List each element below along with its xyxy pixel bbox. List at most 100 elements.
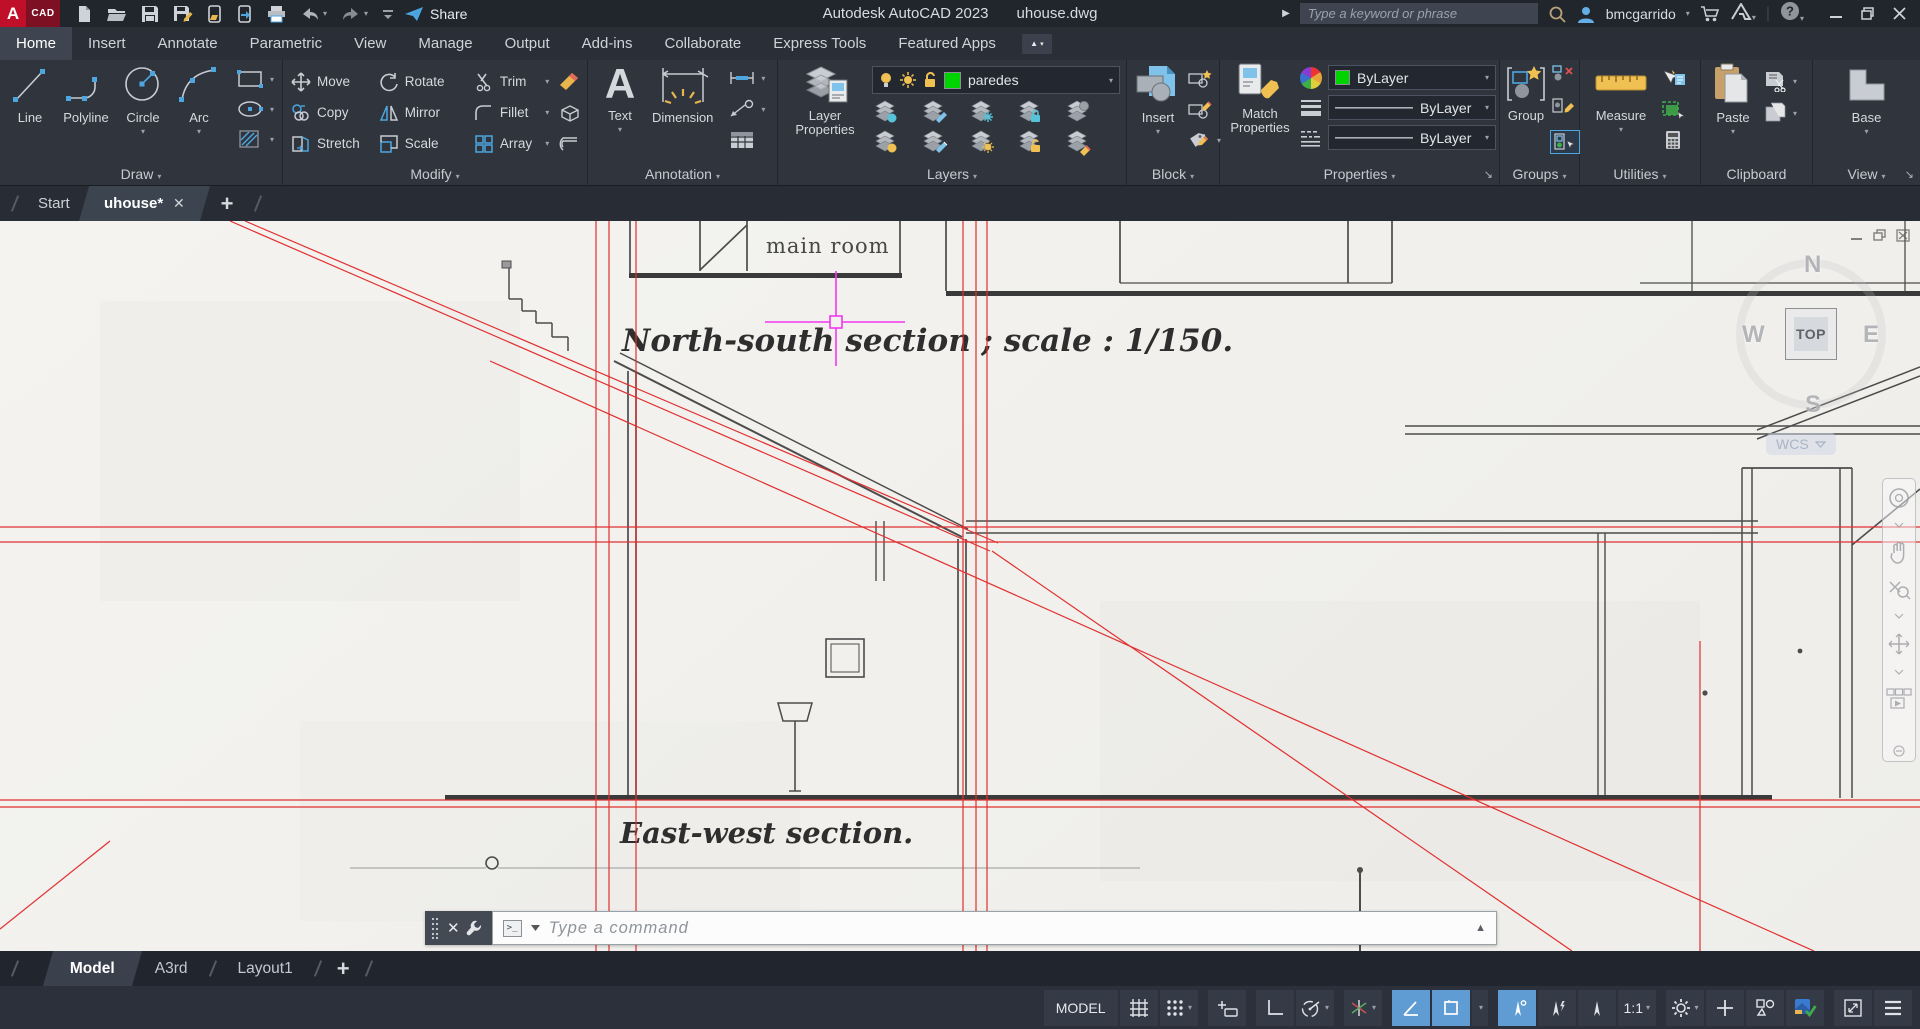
viewport-restore-icon[interactable]: [1873, 229, 1887, 242]
navigation-bar[interactable]: [1882, 478, 1916, 762]
drawing-canvas[interactable]: main room North-south section ; scale : …: [0, 221, 1920, 951]
panel-title-annotation[interactable]: Annotation▾: [588, 166, 777, 182]
leader-dropdown[interactable]: ▾: [761, 105, 765, 114]
tab-home[interactable]: Home: [0, 27, 72, 60]
help-button[interactable]: ?▾: [1780, 1, 1804, 26]
command-prompt-icon[interactable]: >_: [503, 920, 522, 937]
autodesk-apps-button[interactable]: ▾: [1730, 3, 1756, 25]
showmotion-icon[interactable]: [1886, 688, 1912, 710]
ellipse-dropdown[interactable]: ▾: [270, 105, 274, 114]
base-button[interactable]: Base ▾: [1844, 62, 1890, 156]
annotation-scale-button[interactable]: 1:1▾: [1618, 990, 1656, 1026]
viewcube[interactable]: N W E S TOP WCS: [1728, 257, 1896, 467]
leader-button[interactable]: [727, 99, 757, 119]
customization-menu-button[interactable]: [1874, 990, 1912, 1026]
command-customize-wrench-icon[interactable]: [464, 918, 484, 938]
circle-dropdown[interactable]: ▾: [141, 127, 145, 136]
tab-manage[interactable]: Manage: [402, 27, 488, 60]
view-dialog-launcher[interactable]: ↘: [1905, 168, 1914, 181]
tab-output[interactable]: Output: [489, 27, 566, 60]
scale-button[interactable]: Scale: [379, 128, 474, 159]
object-snap-dropdown[interactable]: ▾: [1472, 990, 1488, 1026]
tab-close-icon[interactable]: ✕: [173, 195, 185, 212]
line-button[interactable]: Line: [8, 62, 52, 156]
measure-dropdown[interactable]: ▾: [1619, 125, 1623, 134]
new-drawing-tab-button[interactable]: +: [221, 191, 234, 217]
save-to-web-button[interactable]: [237, 5, 253, 23]
tab-addins[interactable]: Add-ins: [566, 27, 649, 60]
annotation-autoscale-toggle[interactable]: [1538, 990, 1576, 1026]
table-button[interactable]: [727, 130, 757, 150]
copy-button[interactable]: Copy: [291, 97, 379, 128]
linear-dimension-button[interactable]: [727, 68, 757, 88]
viewcube-south[interactable]: S: [1805, 391, 1821, 419]
group-edit-button[interactable]: [1550, 97, 1576, 115]
cut-dropdown[interactable]: ▾: [1793, 77, 1797, 86]
tab-annotate[interactable]: Annotate: [142, 27, 234, 60]
offset-button[interactable]: [557, 134, 581, 154]
fillet-button[interactable]: Fillet: [474, 97, 545, 128]
base-dropdown[interactable]: ▾: [1864, 127, 1868, 136]
dynamic-input-toggle[interactable]: [1208, 990, 1246, 1026]
new-layout-button[interactable]: +: [337, 956, 350, 982]
zoom-icon[interactable]: [1887, 578, 1911, 600]
user-dropdown[interactable]: ▾: [1686, 9, 1690, 18]
new-file-button[interactable]: [76, 5, 93, 23]
annotation-scale-sync[interactable]: [1578, 990, 1616, 1026]
group-button[interactable]: Group: [1504, 62, 1548, 156]
isometric-drafting-toggle[interactable]: ▾: [1344, 990, 1382, 1026]
array-dropdown[interactable]: ▾: [545, 139, 549, 148]
minimize-button[interactable]: [1830, 7, 1843, 20]
object-color-dropdown[interactable]: ByLayer ▾: [1328, 65, 1496, 90]
viewcube-north[interactable]: N: [1804, 251, 1821, 279]
zoom-dropdown-arrow[interactable]: [1894, 613, 1904, 619]
mirror-button[interactable]: Mirror: [379, 97, 474, 128]
rectangle-dropdown[interactable]: ▾: [270, 75, 274, 84]
hatch-dropdown[interactable]: ▾: [270, 135, 274, 144]
viewcube-west[interactable]: W: [1742, 321, 1765, 349]
orbit-dropdown-arrow[interactable]: [1894, 669, 1904, 675]
layer-dropdown[interactable]: paredes ▾: [872, 66, 1120, 94]
tab-model[interactable]: Model: [43, 951, 142, 986]
search-expand-arrow[interactable]: ▶: [1282, 8, 1290, 19]
layer-properties-button[interactable]: Layer Properties: [786, 62, 864, 156]
save-as-button[interactable]: [173, 5, 193, 23]
lineweight-dropdown[interactable]: ByLayer ▾: [1328, 95, 1496, 120]
copy-clip-button[interactable]: [1763, 102, 1789, 124]
drawing-crosshair-button[interactable]: [1706, 990, 1744, 1026]
command-grip-handle[interactable]: [425, 911, 445, 945]
undo-dropdown[interactable]: ▾: [323, 9, 327, 18]
undo-button[interactable]: ▾: [300, 6, 327, 22]
paste-dropdown[interactable]: ▾: [1731, 127, 1735, 136]
open-from-web-button[interactable]: [207, 5, 223, 23]
trim-button[interactable]: Trim: [474, 66, 545, 97]
circle-button[interactable]: Circle ▾: [120, 62, 166, 156]
trim-dropdown[interactable]: ▾: [545, 77, 549, 86]
dimension-button[interactable]: Dimension: [652, 62, 713, 156]
arc-dropdown[interactable]: ▾: [197, 127, 201, 136]
plot-button[interactable]: [267, 5, 286, 23]
navbar-dropdown-arrow[interactable]: [1894, 522, 1904, 528]
fillet-dropdown[interactable]: ▾: [545, 108, 549, 117]
viewport-minimize-icon[interactable]: [1850, 229, 1864, 242]
tab-featured-apps[interactable]: Featured Apps: [882, 27, 1012, 60]
linear-dimension-dropdown[interactable]: ▾: [761, 74, 765, 83]
pan-hand-icon[interactable]: [1888, 541, 1910, 565]
ribbon-minimize-button[interactable]: ▲▾: [1022, 34, 1052, 54]
group-selection-toggle[interactable]: [1550, 130, 1580, 154]
measure-button[interactable]: Measure ▾: [1590, 62, 1652, 156]
rectangle-button[interactable]: [236, 68, 266, 90]
panel-title-clipboard[interactable]: Clipboard: [1701, 166, 1812, 182]
search-input[interactable]: Type a keyword or phrase: [1300, 3, 1538, 24]
panel-title-block[interactable]: Block▾: [1127, 166, 1219, 182]
calculator-button[interactable]: [1660, 130, 1686, 150]
tab-uhouse[interactable]: uhouse* ✕: [79, 186, 210, 221]
layer-dropdown-arrow[interactable]: ▾: [1109, 76, 1113, 85]
move-button[interactable]: Move: [291, 66, 379, 97]
workspace-dropdown[interactable]: ▾: [1694, 1003, 1698, 1012]
text-button[interactable]: A Text ▾: [600, 62, 640, 156]
command-input[interactable]: >_ Type a command ▲: [492, 911, 1497, 945]
tab-express-tools[interactable]: Express Tools: [757, 27, 882, 60]
polar-tracking-toggle[interactable]: ▾: [1296, 990, 1334, 1026]
edit-attributes-button[interactable]: [1187, 130, 1213, 150]
